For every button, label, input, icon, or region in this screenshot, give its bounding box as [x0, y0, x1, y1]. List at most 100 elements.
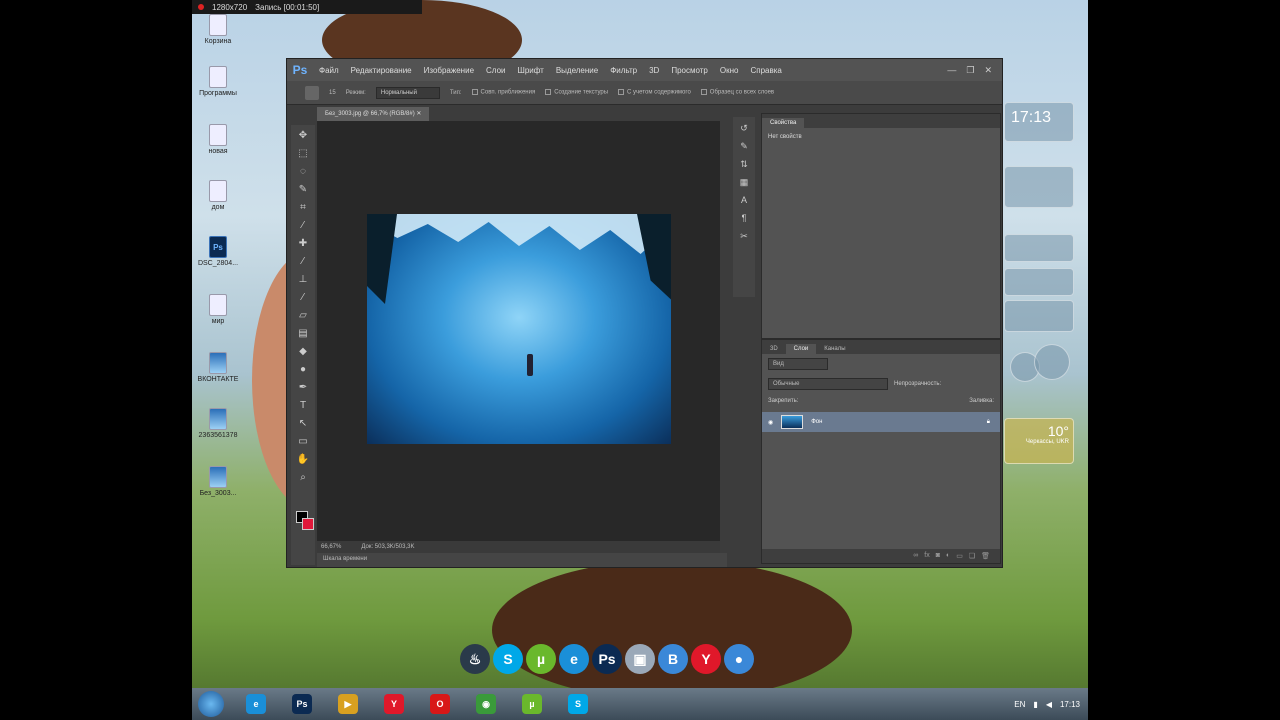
quick-select-tool-icon[interactable]: ✎ — [296, 183, 310, 197]
link-layers-icon[interactable]: ∞ — [913, 552, 918, 560]
taskbar-button[interactable]: S — [558, 690, 598, 718]
taskbar-button[interactable]: e — [236, 690, 276, 718]
desktop-icon-file[interactable]: мир — [192, 294, 244, 325]
tray-clock[interactable]: 17:13 — [1060, 700, 1080, 709]
adjustment-icon[interactable]: ◐ — [946, 552, 950, 560]
taskbar-button[interactable]: O — [420, 690, 460, 718]
photoshop-icon[interactable]: Ps — [592, 644, 622, 674]
menu-view[interactable]: Просмотр — [665, 66, 714, 75]
brush-tool-icon[interactable]: ⁄ — [296, 255, 310, 269]
styles-panel-icon[interactable]: ▦ — [737, 175, 751, 189]
yandex-icon[interactable]: Y — [691, 644, 721, 674]
menu-file[interactable]: Файл — [313, 66, 345, 75]
option-sample-all[interactable]: Образец со всех слоев — [700, 89, 774, 96]
option-content-aware[interactable]: С учетом содержимого — [618, 89, 691, 96]
restore-button[interactable]: ❐ — [966, 65, 974, 76]
taskbar-button[interactable]: ▶ — [328, 690, 368, 718]
tab-channels[interactable]: Каналы — [816, 344, 853, 354]
tools-panel-icon[interactable]: ✂ — [737, 229, 751, 243]
desktop-icon-psd[interactable]: Ps DSC_2804... — [192, 236, 244, 267]
fx-icon[interactable]: fx — [924, 552, 929, 560]
vk-icon[interactable]: B — [658, 644, 688, 674]
menu-select[interactable]: Выделение — [550, 66, 604, 75]
layer-kind-select[interactable]: Вид — [768, 358, 828, 370]
tab-properties[interactable]: Свойства — [762, 118, 805, 128]
meter-gadget[interactable] — [1034, 344, 1070, 380]
menu-edit[interactable]: Редактирование — [345, 66, 418, 75]
desktop-icon-file[interactable]: дом — [192, 180, 244, 211]
desktop-icon-vk[interactable]: ВКОНТАКТЕ — [192, 352, 244, 383]
tray-volume-icon[interactable]: ◀ — [1046, 700, 1052, 709]
zoom-level[interactable]: 66,67% — [321, 544, 341, 550]
desktop-icon-programs[interactable]: Программы — [192, 66, 244, 97]
crop-tool-icon[interactable]: ⌗ — [296, 201, 310, 215]
brush-size[interactable]: 15 — [329, 90, 336, 96]
menu-type[interactable]: Шрифт — [511, 66, 549, 75]
drive-gadget[interactable] — [1004, 300, 1074, 332]
layer-row-background[interactable]: ◉ Фон 🔒︎ — [762, 412, 1000, 432]
mode-select[interactable]: Нормальный — [375, 86, 440, 99]
clock-gadget[interactable]: 17:13 — [1004, 102, 1074, 142]
start-button[interactable] — [198, 691, 224, 717]
healing-brush-tool-icon[interactable]: ✚ — [296, 237, 310, 251]
skype-icon[interactable]: S — [493, 644, 523, 674]
type-tool-icon[interactable]: T — [296, 399, 310, 413]
shape-tool-icon[interactable]: ▭ — [296, 435, 310, 449]
new-layer-icon[interactable]: ❏ — [969, 552, 975, 560]
ie-icon[interactable]: e — [559, 644, 589, 674]
taskbar-button[interactable]: Ps — [282, 690, 322, 718]
desktop-icon-image[interactable]: Без_3003... — [192, 466, 244, 497]
language-indicator[interactable]: EN — [1014, 700, 1025, 709]
option-texture[interactable]: Создание текстуры — [545, 89, 608, 96]
document-image[interactable] — [367, 214, 671, 444]
tab-3d[interactable]: 3D — [762, 344, 786, 354]
timeline-tab[interactable]: Шкала времени — [317, 553, 727, 567]
tab-layers[interactable]: Слои — [785, 344, 817, 354]
hand-tool-icon[interactable]: ✋ — [296, 453, 310, 467]
menu-3d[interactable]: 3D — [643, 66, 665, 75]
weather-gadget[interactable]: 10° Черкассы, UKR — [1004, 418, 1074, 464]
desktop-icon-image[interactable]: 2363561378 — [192, 408, 244, 439]
mask-icon[interactable]: ◙ — [936, 552, 940, 560]
brush-panel-icon[interactable]: ✎ — [737, 139, 751, 153]
lasso-tool-icon[interactable]: ◌ — [296, 165, 310, 179]
desktop-icon-file[interactable]: новая — [192, 124, 244, 155]
character-panel-icon[interactable]: A — [737, 193, 751, 207]
background-color-swatch[interactable] — [302, 518, 314, 530]
document-tab[interactable]: Без_3003.jpg @ 66,7% (RGB/8#) ✕ — [317, 107, 430, 121]
zoom-tool-icon[interactable]: ⌕ — [296, 471, 310, 485]
stamp-tool-icon[interactable]: ⊥ — [296, 273, 310, 287]
healing-brush-icon[interactable] — [305, 85, 319, 100]
history-panel-icon[interactable]: ↺ — [737, 121, 751, 135]
chat-icon[interactable]: ● — [724, 644, 754, 674]
tray-network-icon[interactable]: ▮ — [1033, 700, 1037, 709]
taskbar-button[interactable]: µ — [512, 690, 552, 718]
eraser-tool-icon[interactable]: ▱ — [296, 309, 310, 323]
network-gadget[interactable] — [1004, 268, 1074, 296]
menu-help[interactable]: Справка — [744, 66, 787, 75]
group-icon[interactable]: ▭ — [956, 552, 963, 560]
blend-mode-select[interactable]: Обычные — [768, 378, 888, 390]
camera-icon[interactable]: ▣ — [625, 644, 655, 674]
doc-size[interactable]: Док: 503,3K/503,3K — [361, 544, 414, 550]
desktop-icon-recycle[interactable]: Корзина — [192, 14, 244, 45]
adjustments-panel-icon[interactable]: ⇅ — [737, 157, 751, 171]
move-tool-icon[interactable]: ✥ — [296, 129, 310, 143]
menu-filter[interactable]: Фильтр — [604, 66, 643, 75]
option-proximity[interactable]: Совп. приближения — [471, 89, 535, 96]
visibility-eye-icon[interactable]: ◉ — [768, 419, 773, 426]
taskbar-button[interactable]: Y — [374, 690, 414, 718]
dodge-tool-icon[interactable]: ● — [296, 363, 310, 377]
marquee-tool-icon[interactable]: ⬚ — [296, 147, 310, 161]
system-gadget[interactable] — [1004, 166, 1074, 208]
path-select-tool-icon[interactable]: ↖ — [296, 417, 310, 431]
close-button[interactable]: ✕ — [984, 65, 992, 76]
history-brush-tool-icon[interactable]: ⁄ — [296, 291, 310, 305]
paragraph-panel-icon[interactable]: ¶ — [737, 211, 751, 225]
menu-layers[interactable]: Слои — [480, 66, 511, 75]
steam-icon[interactable]: ♨ — [460, 644, 490, 674]
blur-tool-icon[interactable]: ◆ — [296, 345, 310, 359]
taskbar-button[interactable]: ◉ — [466, 690, 506, 718]
menu-window[interactable]: Окно — [714, 66, 745, 75]
menu-image[interactable]: Изображение — [418, 66, 480, 75]
